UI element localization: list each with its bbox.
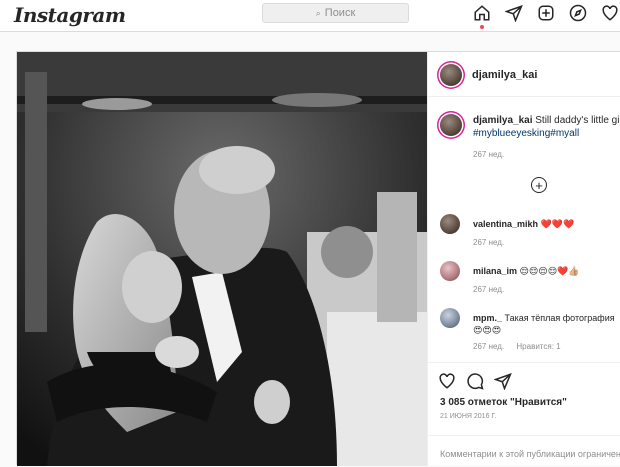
photo-image — [17, 52, 427, 466]
home-icon[interactable] — [472, 3, 492, 29]
instagram-logo[interactable]: Instagram — [14, 3, 126, 27]
comment-text-block: mpm._ Такая тёплая фотография 😍😍😍 — [473, 312, 615, 336]
post-actions: 3 085 отметок "Нравится" 21 ИЮНЯ 2016 Г.… — [428, 362, 620, 466]
comment-username[interactable]: milana_im — [473, 266, 517, 276]
likes-count[interactable]: 3 085 отметок "Нравится" — [440, 397, 567, 408]
comment-username[interactable]: valentina_mikh — [473, 219, 538, 229]
author-username[interactable]: djamilya_kai — [472, 69, 537, 81]
comment-text: 😌😌😌😌❤️👍🏼 — [519, 266, 580, 276]
action-buttons — [438, 372, 512, 395]
caption-time[interactable]: 267 нед. — [473, 150, 504, 159]
comment-time[interactable]: 267 нед. — [473, 342, 504, 351]
comment-time[interactable]: 267 нед. — [473, 285, 504, 294]
comment-text-block: valentina_mikh ❤️❤️❤️ — [473, 218, 574, 230]
direct-icon[interactable] — [504, 3, 524, 23]
caption-hashtags[interactable]: #myblueeyesking#myall — [473, 128, 579, 139]
like-heart-icon[interactable] — [438, 372, 456, 395]
search-placeholder: Поиск — [324, 7, 356, 19]
comment-time-row: 267 нед. Нравится: 1 — [473, 342, 561, 351]
search-input[interactable]: ⌕ Поиск — [262, 3, 409, 23]
post-photo[interactable] — [17, 52, 427, 466]
heart-icon[interactable] — [600, 3, 620, 23]
comment-text-emoji: 😍😍😍 — [473, 325, 502, 335]
commenter-avatar[interactable] — [440, 214, 460, 234]
commenter-avatar[interactable] — [440, 308, 460, 328]
comment-username[interactable]: mpm._ — [473, 313, 502, 323]
post-sidebar: djamilya_kai djamilya_kai Still daddy's … — [427, 52, 620, 466]
comment-bubble-icon[interactable] — [466, 372, 484, 395]
search-icon: ⌕ — [315, 7, 321, 18]
commenter-avatar[interactable] — [440, 261, 460, 281]
comment-text-block: milana_im 😌😌😌😌❤️👍🏼 — [473, 265, 580, 277]
comments-restricted-bar: Комментарии к этой публикации ограничены — [428, 435, 620, 467]
caption-username[interactable]: djamilya_kai — [473, 115, 532, 126]
comment-text: ❤️❤️❤️ — [540, 219, 575, 229]
comment-time[interactable]: 267 нед. — [473, 238, 504, 247]
post-date[interactable]: 21 ИЮНЯ 2016 Г. — [440, 413, 496, 420]
caption-avatar[interactable] — [440, 114, 462, 136]
top-navigation-bar: Instagram ⌕ Поиск — [0, 0, 620, 32]
author-avatar[interactable] — [440, 64, 462, 86]
active-indicator — [480, 25, 484, 29]
new-post-icon[interactable] — [536, 3, 556, 23]
comment-like-count[interactable]: Нравится: 1 — [516, 342, 560, 351]
explore-icon[interactable] — [568, 3, 588, 23]
post-card: djamilya_kai djamilya_kai Still daddy's … — [16, 51, 620, 466]
caption-text-block: djamilya_kai Still daddy's little girl #… — [473, 114, 620, 140]
nav-icons — [472, 3, 620, 29]
caption-text: Still daddy's little girl — [535, 115, 620, 126]
comment-text: Такая тёплая фотография — [504, 313, 615, 323]
plus-circle-icon[interactable]: + — [531, 177, 547, 193]
post-header: djamilya_kai — [428, 52, 620, 97]
share-icon[interactable] — [493, 372, 512, 395]
comments-restricted-text: Комментарии к этой публикации ограничены — [440, 449, 620, 459]
